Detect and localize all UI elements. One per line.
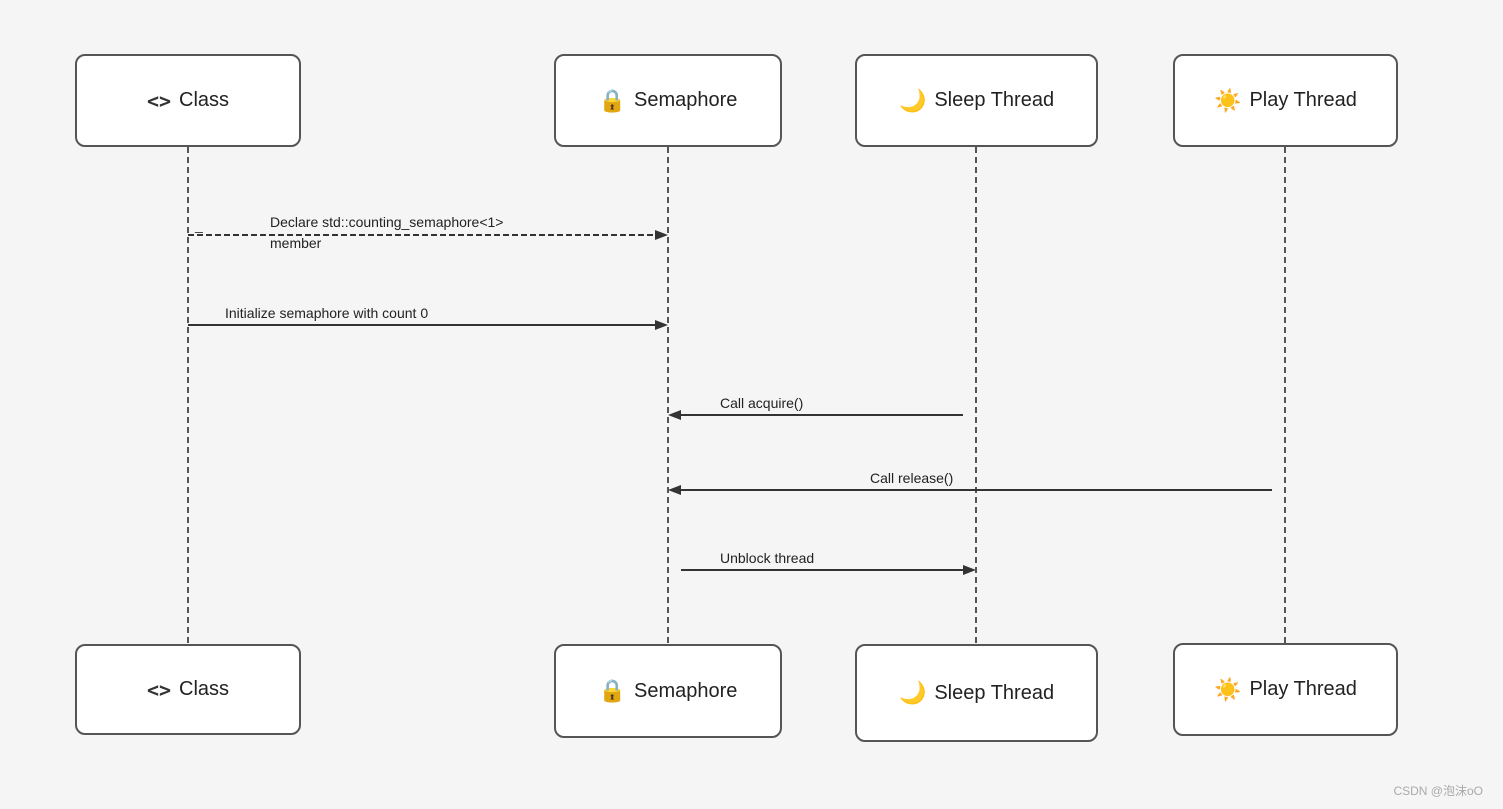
- svg-text:member: member: [270, 235, 322, 251]
- actor-class-top-label: Class: [179, 89, 229, 112]
- svg-text:_: _: [194, 217, 203, 233]
- sun-icon-bottom: ☀️: [1214, 677, 1241, 703]
- svg-text:Unblock thread: Unblock thread: [720, 550, 814, 566]
- lock-icon-bottom: 🔒: [599, 678, 626, 704]
- actor-semaphore-bottom-label: Semaphore: [634, 680, 737, 703]
- svg-text:Call release(): Call release(): [870, 470, 953, 486]
- lock-icon-top: 🔒: [599, 88, 626, 114]
- actor-play-bottom-label: Play Thread: [1249, 678, 1356, 701]
- actor-semaphore-bottom: 🔒 Semaphore: [554, 644, 782, 738]
- sun-icon-top: ☀️: [1214, 88, 1241, 114]
- actor-semaphore-top: 🔒 Semaphore: [554, 54, 782, 147]
- actor-play-top: ☀️ Play Thread: [1173, 54, 1398, 147]
- actor-sleep-top: 🌙 Sleep Thread: [855, 54, 1098, 147]
- moon-icon-top: 🌙: [899, 88, 926, 114]
- sequence-diagram: _ Declare std::counting_semaphore<1> mem…: [0, 0, 1503, 809]
- svg-text:Call acquire(): Call acquire(): [720, 395, 803, 411]
- actor-class-top: <> Class: [75, 54, 301, 147]
- actor-sleep-top-label: Sleep Thread: [934, 89, 1054, 112]
- moon-icon-bottom: 🌙: [899, 680, 926, 706]
- svg-text:Initialize semaphore with coun: Initialize semaphore with count 0: [225, 305, 428, 321]
- actor-sleep-bottom-label: Sleep Thread: [934, 682, 1054, 705]
- svg-text:Declare std::counting_semaphor: Declare std::counting_semaphore<1>: [270, 214, 503, 230]
- watermark: CSDN @泡沫oO: [1393, 782, 1483, 799]
- actor-class-bottom-label: Class: [179, 678, 229, 701]
- actor-semaphore-top-label: Semaphore: [634, 89, 737, 112]
- actor-play-top-label: Play Thread: [1249, 89, 1356, 112]
- actor-class-bottom: <> Class: [75, 644, 301, 735]
- actor-sleep-bottom: 🌙 Sleep Thread: [855, 644, 1098, 742]
- code-icon-bottom: <>: [147, 678, 171, 702]
- code-icon: <>: [147, 89, 171, 113]
- actor-play-bottom: ☀️ Play Thread: [1173, 643, 1398, 736]
